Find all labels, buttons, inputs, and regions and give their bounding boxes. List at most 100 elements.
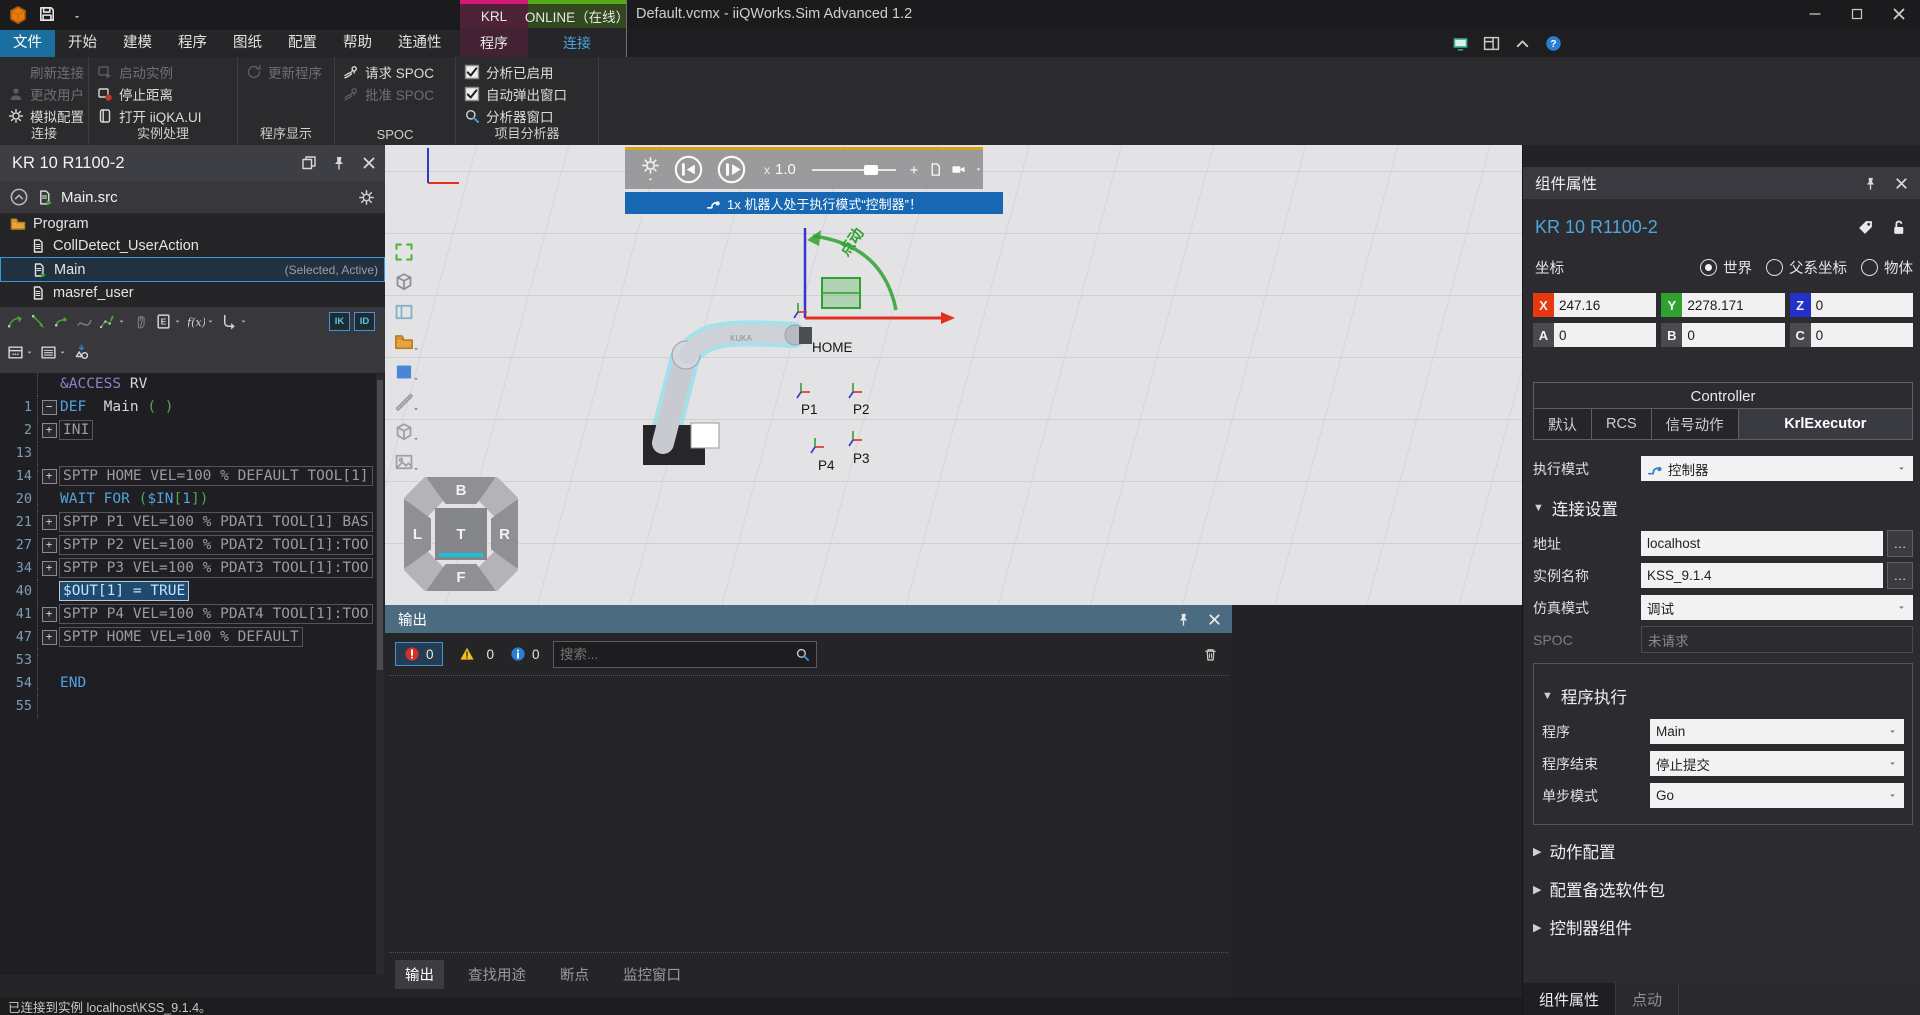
clear-output-icon[interactable] — [1203, 647, 1218, 662]
pin-icon[interactable] — [1176, 612, 1191, 627]
export-page-icon[interactable] — [928, 162, 943, 177]
tree-item-Program[interactable]: Program — [0, 213, 385, 235]
code-line[interactable]: 55 — [0, 695, 376, 718]
record-caret-icon[interactable] — [974, 165, 983, 174]
code-line[interactable]: 21+SPTP P1 VEL=100 % PDAT1 TOOL[1] BAS — [0, 511, 376, 534]
collapse-circle-icon[interactable] — [10, 188, 28, 206]
panel-tab-点动[interactable]: 点动 — [1616, 983, 1679, 1015]
program-tool-shapes-button[interactable] — [72, 343, 91, 362]
pin-icon[interactable] — [1863, 176, 1878, 191]
ribbon-button-分析已启用[interactable]: 分析已启用 — [464, 61, 594, 82]
property-value-程序[interactable]: Main — [1650, 719, 1904, 744]
dropdown-caret-icon[interactable] — [1887, 758, 1898, 769]
controller-tab-默认[interactable]: 默认 — [1533, 408, 1592, 440]
program-tool-paneldots-button[interactable] — [6, 343, 35, 362]
section-配置备选软件包[interactable]: ▶配置备选软件包 — [1533, 877, 1913, 901]
point-label-p1[interactable]: P1 — [801, 402, 818, 417]
program-tool-npts-button[interactable] — [98, 312, 127, 331]
ribbon-button-停止距离[interactable]: 停止距离 — [97, 83, 233, 104]
krl-code-editor[interactable]: &ACCESS RV1−DEF Main ( )2+INI1314+SPTP H… — [0, 373, 376, 975]
program-tool-hand-button[interactable] — [131, 312, 150, 331]
dropdown-caret-icon[interactable] — [173, 317, 182, 326]
main-src-row[interactable]: Main.src — [0, 181, 385, 214]
property-value-单步模式[interactable]: Go — [1650, 783, 1904, 808]
fold-toggle[interactable]: + — [42, 561, 57, 576]
viewport-tool-selection-cube-button[interactable] — [389, 267, 419, 297]
fold-toggle[interactable]: + — [42, 538, 57, 553]
dropdown-caret-icon[interactable] — [1896, 463, 1907, 474]
search-input[interactable] — [554, 647, 795, 662]
search-icon[interactable] — [795, 647, 810, 662]
tree-item-Main[interactable]: Main(Selected, Active) — [0, 257, 385, 282]
fold-toggle[interactable]: + — [42, 423, 57, 438]
error-filter-button[interactable]: 0 — [395, 642, 443, 666]
collapse-ribbon-icon[interactable] — [1514, 35, 1531, 52]
ribbon-button-启动实例[interactable]: 启动实例 — [97, 61, 233, 82]
quickbar-dropdown-icon[interactable] — [72, 12, 82, 22]
program-tool-panellines-button[interactable] — [39, 343, 68, 362]
menu-tab-程序[interactable]: 程序 — [165, 30, 220, 57]
code-line[interactable]: 13 — [0, 442, 376, 465]
coord-frame-radio-物体[interactable]: 物体 — [1861, 257, 1913, 278]
panel-tab-组件属性[interactable]: 组件属性 — [1523, 983, 1616, 1015]
code-line[interactable]: 47+SPTP HOME VEL=100 % DEFAULT — [0, 626, 376, 649]
help-icon[interactable]: ? — [1545, 35, 1562, 52]
browse-button[interactable]: … — [1887, 530, 1913, 557]
point-label-home[interactable]: HOME — [812, 340, 853, 355]
viewport-tool-folder-button[interactable] — [389, 327, 419, 357]
dropdown-caret-icon[interactable] — [25, 348, 34, 357]
output-tab-监控窗口[interactable]: 监控窗口 — [613, 960, 691, 989]
section-控制器组件[interactable]: ▶控制器组件 — [1533, 915, 1913, 939]
tree-item-CollDetect_UserAction[interactable]: CollDetect_UserAction — [0, 235, 385, 257]
coord-frame-radio-世界[interactable]: 世界 — [1700, 257, 1752, 278]
menu-tab-连通性[interactable]: 连通性 — [385, 30, 455, 57]
program-tool-spline-button[interactable] — [75, 312, 94, 331]
program-tool-fx-button[interactable]: f(x) — [187, 312, 216, 331]
code-line[interactable]: 34+SPTP P3 VEL=100 % PDAT3 TOOL[1]:TOO — [0, 557, 376, 580]
dropdown-caret-icon[interactable] — [206, 317, 215, 326]
dropdown-caret-icon[interactable] — [412, 345, 420, 353]
close-icon[interactable] — [1894, 176, 1909, 191]
play-simulation-button[interactable] — [717, 155, 746, 184]
dropdown-caret-icon[interactable] — [412, 435, 420, 443]
code-line[interactable]: 20WAIT FOR ($IN[1]) — [0, 488, 376, 511]
tab-krl[interactable]: KRL 程序 — [460, 0, 528, 57]
code-line[interactable]: 27+SPTP P2 VEL=100 % PDAT2 TOOL[1]:TOO — [0, 534, 376, 557]
maximize-button[interactable] — [1836, 0, 1878, 28]
unlock-icon[interactable] — [1890, 219, 1907, 236]
reset-simulation-button[interactable] — [674, 155, 703, 184]
point-label-p3[interactable]: P3 — [853, 451, 870, 466]
menu-tab-配置[interactable]: 配置 — [275, 30, 330, 57]
menu-tab-帮助[interactable]: 帮助 — [330, 30, 385, 57]
program-tool-arrow-line-button[interactable] — [29, 312, 48, 331]
layout-panels-icon[interactable] — [1483, 35, 1500, 52]
ribbon-button-更改用户[interactable]: 更改用户 — [8, 83, 84, 104]
editor-scrollbar[interactable] — [376, 375, 384, 975]
coord-frame-radio-父系坐标[interactable]: 父系坐标 — [1766, 257, 1847, 278]
axis-value[interactable]: 0 — [1811, 323, 1913, 347]
code-line[interactable]: &ACCESS RV — [0, 373, 376, 396]
viewport-tool-cube-button[interactable] — [389, 417, 419, 447]
program-tool-branch-button[interactable] — [220, 312, 249, 331]
menu-tab-建模[interactable]: 建模 — [110, 30, 165, 57]
tab-online[interactable]: ONLINE（在线） 连接 — [528, 0, 627, 57]
controller-header-button[interactable]: Controller — [1533, 382, 1913, 410]
point-label-p4[interactable]: P4 — [818, 458, 835, 473]
info-filter-button[interactable]: 0 — [502, 643, 548, 665]
axis-value[interactable]: 0 — [1682, 323, 1784, 347]
ribbon-button-请求 SPOC[interactable]: 请求 SPOC — [343, 61, 451, 82]
output-tab-断点[interactable]: 断点 — [550, 960, 599, 989]
code-line[interactable]: 53 — [0, 649, 376, 672]
property-value-仿真模式[interactable]: 调试 — [1641, 595, 1913, 620]
close-icon[interactable] — [1207, 612, 1222, 627]
axis-value[interactable]: 0 — [1811, 293, 1913, 317]
dropdown-caret-icon[interactable] — [412, 405, 420, 413]
dropdown-caret-icon[interactable] — [58, 348, 67, 357]
menu-tab-开始[interactable]: 开始 — [55, 30, 110, 57]
gear-icon[interactable] — [358, 189, 375, 206]
fold-toggle[interactable]: + — [42, 630, 57, 645]
fold-toggle[interactable]: + — [42, 469, 57, 484]
property-value-实例名称[interactable]: KSS_9.1.4 — [1641, 563, 1883, 588]
fold-toggle[interactable]: − — [42, 400, 57, 415]
code-line[interactable]: 54END — [0, 672, 376, 695]
